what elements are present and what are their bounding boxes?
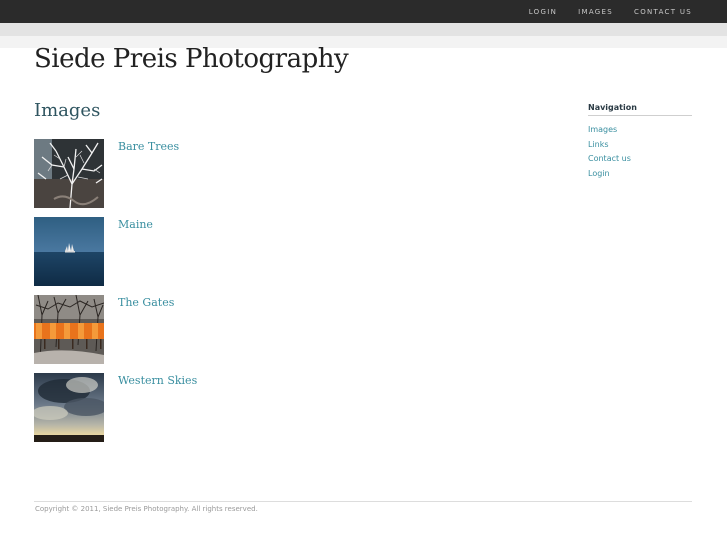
sidebar-item-images[interactable]: Images	[588, 125, 692, 135]
footer-copyright: Copyright © 2011, Siede Preis Photograph…	[35, 505, 258, 513]
gallery-item: The Gates	[34, 295, 534, 364]
top-nav-login-link[interactable]: LOGIN	[529, 8, 557, 16]
the-gates-link[interactable]: The Gates	[118, 296, 174, 309]
maine-link[interactable]: Maine	[118, 218, 153, 231]
bare-trees-image	[34, 139, 104, 208]
top-nav-contact-link[interactable]: CONTACT US	[634, 8, 692, 16]
bare-trees-thumbnail[interactable]	[34, 139, 104, 208]
image-gallery: Bare Trees Maine The Gates Western Skies	[34, 139, 534, 451]
western-skies-thumbnail[interactable]	[34, 373, 104, 442]
gallery-item: Maine	[34, 217, 534, 286]
page-title: Images	[34, 100, 101, 121]
sidebar-item-contact-us[interactable]: Contact us	[588, 154, 692, 164]
site-title[interactable]: Siede Preis Photography	[34, 44, 349, 74]
maine-thumbnail[interactable]	[34, 217, 104, 286]
header-band	[0, 23, 727, 36]
sidebar-item-login[interactable]: Login	[588, 169, 692, 179]
top-nav: LOGIN IMAGES CONTACT US	[508, 0, 692, 23]
footer-divider	[34, 501, 692, 502]
sidebar-heading: Navigation	[588, 103, 692, 116]
gallery-item: Western Skies	[34, 373, 534, 442]
western-skies-image	[34, 373, 104, 442]
gallery-item: Bare Trees	[34, 139, 534, 208]
sidebar-item-links[interactable]: Links	[588, 140, 692, 150]
maine-image	[34, 217, 104, 286]
the-gates-thumbnail[interactable]	[34, 295, 104, 364]
western-skies-link[interactable]: Western Skies	[118, 374, 197, 387]
top-nav-images-link[interactable]: IMAGES	[578, 8, 613, 16]
top-bar: LOGIN IMAGES CONTACT US	[0, 0, 727, 23]
the-gates-image	[34, 295, 104, 364]
bare-trees-link[interactable]: Bare Trees	[118, 140, 179, 153]
sidebar-navigation: Navigation Images Links Contact us Login	[588, 103, 692, 183]
